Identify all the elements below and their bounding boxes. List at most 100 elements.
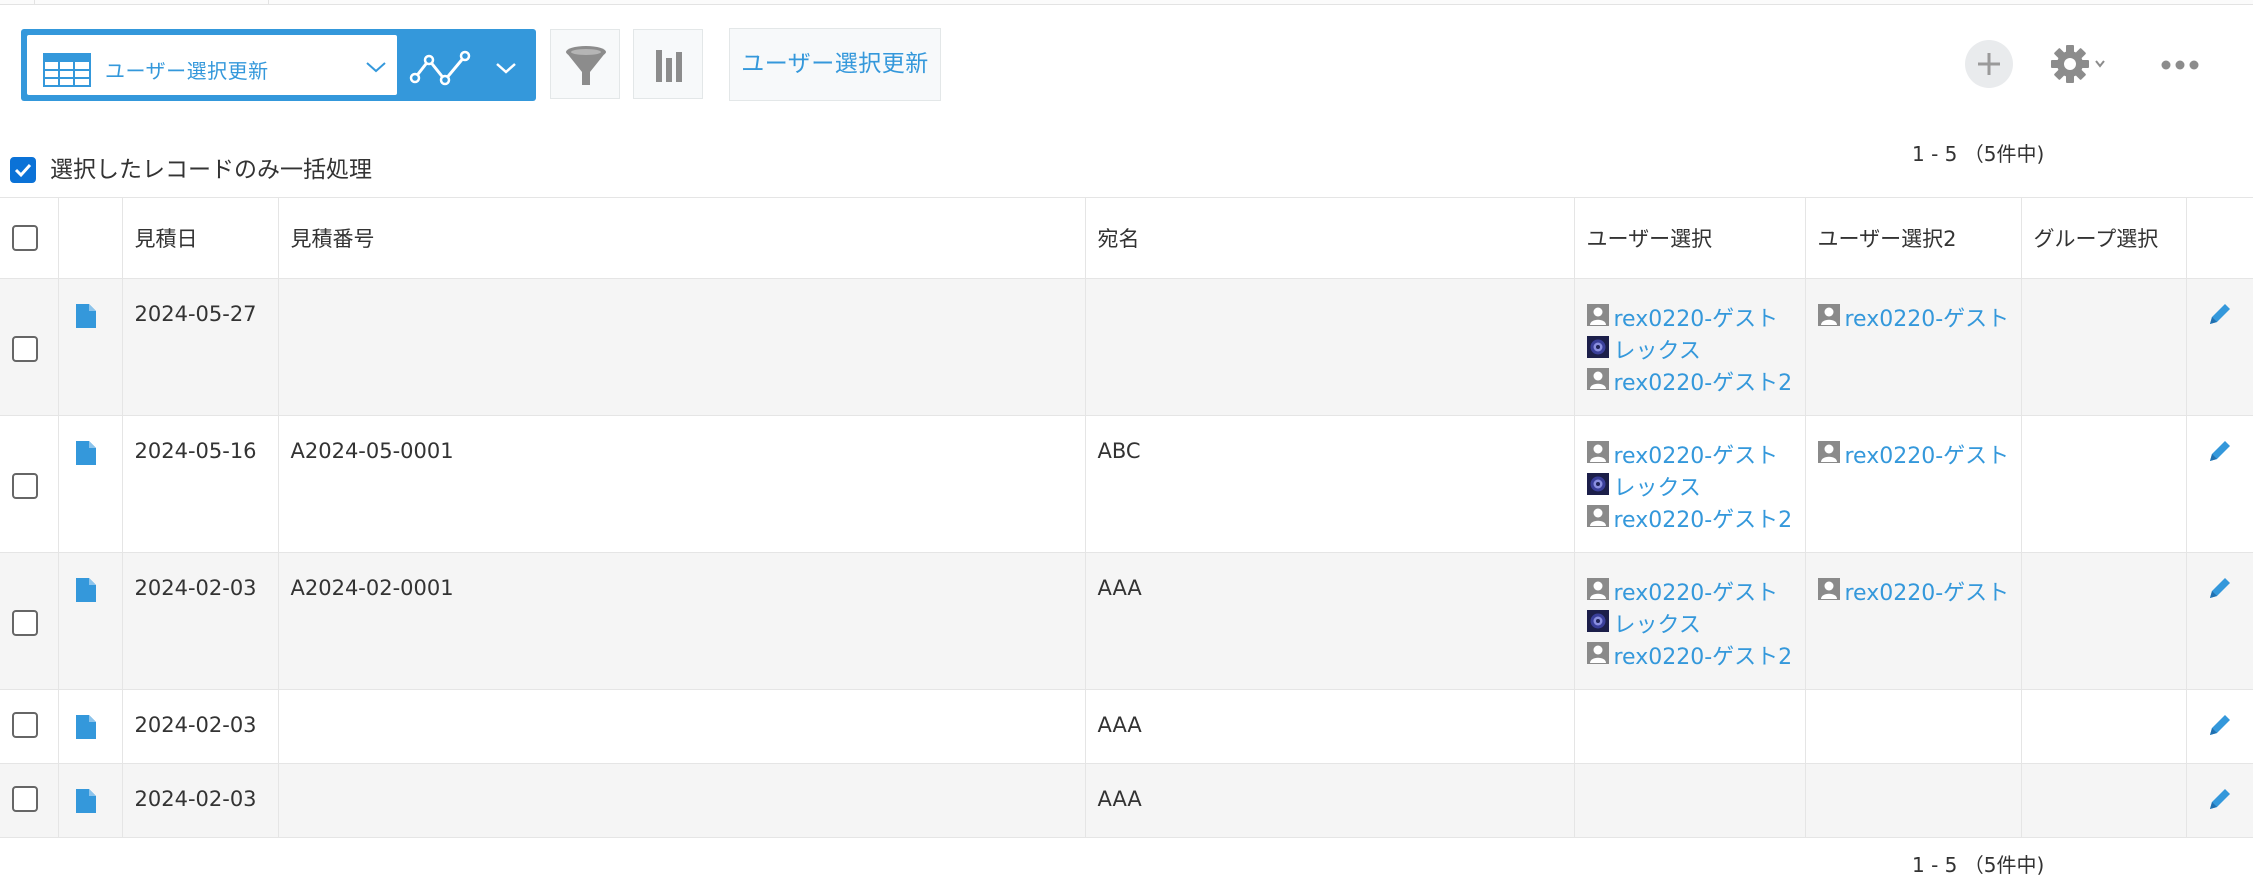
cell-user-select-2 — [1804, 689, 2022, 764]
header-user-select[interactable]: ユーザー選択 — [1573, 197, 1806, 279]
bulk-process-checkbox[interactable] — [10, 157, 36, 183]
cell-select — [0, 763, 59, 838]
header-group-select[interactable]: グループ選択 — [2020, 197, 2187, 279]
filter-icon — [566, 46, 606, 85]
user-link[interactable]: rex0220-ゲスト2 — [1614, 502, 1793, 534]
user-link[interactable]: rex0220-ゲスト2 — [1614, 639, 1793, 671]
header-user-select-2[interactable]: ユーザー選択2 — [1804, 197, 2022, 279]
row-checkbox[interactable] — [12, 336, 38, 362]
person-icon — [1817, 304, 1840, 330]
user-link[interactable]: rex0220-ゲスト — [1614, 301, 1779, 333]
avatar-icon — [1586, 473, 1609, 499]
add-record-button[interactable] — [1965, 40, 2013, 88]
table-row: 2024-02-03 AAA — [0, 689, 2253, 764]
user-entry: レックス — [1586, 607, 1793, 639]
cell-edit — [2185, 415, 2253, 553]
graph-button[interactable] — [633, 29, 703, 99]
row-checkbox[interactable] — [12, 712, 38, 738]
chevron-down-icon — [365, 59, 387, 78]
row-checkbox[interactable] — [12, 786, 38, 812]
user-link[interactable]: rex0220-ゲスト — [1845, 575, 2010, 607]
gear-icon — [2051, 45, 2105, 83]
cell-estimate-number — [277, 278, 1086, 416]
user-link[interactable]: レックス — [1614, 333, 1701, 365]
cell-addressee: ABC — [1084, 415, 1575, 553]
table-row: 2024-02-03 A2024-02-0001 AAA rex0220-ゲスト レック… — [0, 552, 2253, 690]
cell-user-select-2 — [1804, 763, 2022, 838]
user-link[interactable]: レックス — [1614, 470, 1701, 502]
edit-pencil-icon[interactable] — [2207, 712, 2233, 742]
record-detail-icon[interactable] — [75, 788, 97, 818]
cell-estimate-date: 2024-05-16 — [121, 415, 279, 553]
cell-detail — [57, 689, 123, 764]
plus-icon — [1978, 53, 2000, 75]
row-checkbox[interactable] — [12, 473, 38, 499]
user-entry: rex0220-ゲスト — [1586, 301, 1793, 333]
user-link[interactable]: rex0220-ゲスト2 — [1614, 365, 1793, 397]
cell-user-select-2: rex0220-ゲスト — [1804, 415, 2022, 553]
cell-detail — [57, 278, 123, 416]
edit-pencil-icon[interactable] — [2207, 575, 2233, 605]
select-all-checkbox[interactable] — [12, 225, 38, 251]
cell-user-select: rex0220-ゲスト レックス rex0220-ゲスト2 — [1573, 278, 1806, 416]
view-dropdown[interactable]: ユーザー選択更新 — [27, 35, 397, 95]
cell-detail — [57, 415, 123, 553]
record-detail-icon[interactable] — [75, 303, 97, 333]
user-entry: rex0220-ゲスト — [1817, 575, 2010, 607]
settings-button[interactable] — [2046, 40, 2116, 88]
header-estimate-number[interactable]: 見積番号 — [277, 197, 1086, 279]
cell-edit — [2185, 763, 2253, 838]
edit-pencil-icon[interactable] — [2207, 438, 2233, 468]
user-entry: rex0220-ゲスト — [1586, 438, 1793, 470]
record-table: 見積日 見積番号 宛名 ユーザー選択 ユーザー選択2 グループ選択 2024-0… — [0, 197, 2253, 838]
cell-group-select — [2020, 552, 2187, 690]
header-addressee[interactable]: 宛名 — [1084, 197, 1575, 279]
edit-pencil-icon[interactable] — [2207, 786, 2233, 816]
more-options-button[interactable] — [2160, 50, 2200, 80]
user-list: rex0220-ゲスト レックス rex0220-ゲスト2 — [1586, 575, 1793, 671]
user-select-update-button[interactable]: ユーザー選択更新 — [729, 28, 941, 101]
user-link[interactable]: レックス — [1614, 607, 1701, 639]
user-entry: rex0220-ゲスト2 — [1586, 365, 1793, 397]
graph-chevron-down-icon[interactable] — [495, 60, 517, 79]
table-row: 2024-02-03 AAA — [0, 763, 2253, 838]
person-icon — [1586, 505, 1609, 531]
cell-estimate-date: 2024-05-27 — [121, 278, 279, 416]
record-detail-icon[interactable] — [75, 714, 97, 744]
cell-addressee — [1084, 278, 1575, 416]
user-entry: レックス — [1586, 333, 1793, 365]
person-icon — [1817, 441, 1840, 467]
record-detail-icon[interactable] — [75, 440, 97, 470]
row-checkbox[interactable] — [12, 610, 38, 636]
cell-select — [0, 415, 59, 553]
graph-icon[interactable] — [409, 48, 473, 92]
cell-addressee: AAA — [1084, 552, 1575, 690]
cell-estimate-date: 2024-02-03 — [121, 552, 279, 690]
ellipsis-icon — [2161, 60, 2199, 70]
table-header-row: 見積日 見積番号 宛名 ユーザー選択 ユーザー選択2 グループ選択 — [0, 197, 2253, 279]
cell-estimate-date: 2024-02-03 — [121, 689, 279, 764]
cell-user-select: rex0220-ゲスト レックス rex0220-ゲスト2 — [1573, 415, 1806, 553]
user-link[interactable]: rex0220-ゲスト — [1845, 438, 2010, 470]
cell-select — [0, 552, 59, 690]
record-detail-icon[interactable] — [75, 577, 97, 607]
header-estimate-date[interactable]: 見積日 — [121, 197, 279, 279]
cell-group-select — [2020, 415, 2187, 553]
person-icon — [1586, 441, 1609, 467]
cell-estimate-number — [277, 763, 1086, 838]
user-entry: rex0220-ゲスト2 — [1586, 639, 1793, 671]
user-link[interactable]: rex0220-ゲスト — [1845, 301, 2010, 333]
cell-addressee: AAA — [1084, 763, 1575, 838]
user-entry: レックス — [1586, 470, 1793, 502]
user-list: rex0220-ゲスト レックス rex0220-ゲスト2 — [1586, 438, 1793, 534]
cell-detail — [57, 552, 123, 690]
user-link[interactable]: rex0220-ゲスト — [1614, 575, 1779, 607]
user-list: rex0220-ゲスト — [1817, 438, 2010, 470]
cell-addressee: AAA — [1084, 689, 1575, 764]
edit-pencil-icon[interactable] — [2207, 301, 2233, 331]
pagination-top: 1 - 5 （5件中) — [1912, 142, 2045, 166]
filter-button[interactable] — [550, 29, 620, 99]
user-link[interactable]: rex0220-ゲスト — [1614, 438, 1779, 470]
view-name: ユーザー選択更新 — [105, 59, 269, 83]
user-entry: rex0220-ゲスト — [1817, 438, 2010, 470]
